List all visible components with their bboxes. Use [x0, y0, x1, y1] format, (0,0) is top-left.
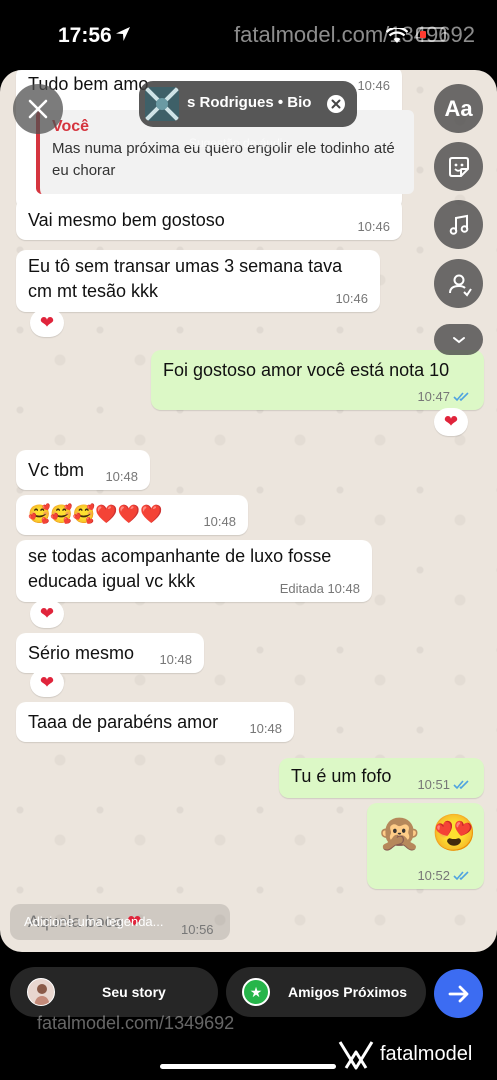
- message-bubble-outgoing: Tu é um fofo 10:51: [279, 758, 484, 798]
- message-text: 🙊 😍: [377, 812, 477, 853]
- send-button[interactable]: [434, 969, 483, 1018]
- message-bubble: Vai mesmo bem gostoso 10:46: [16, 198, 402, 240]
- story-canvas: Tudo bem amo... 10:46 Você Mas numa próx…: [0, 70, 497, 952]
- remove-music-button[interactable]: [327, 95, 345, 113]
- music-note-icon: [449, 214, 468, 235]
- message-bubble-outgoing: Foi gostoso amor você está nota 10 10:47: [151, 350, 484, 410]
- close-friends-label: Amigos Próximos: [288, 984, 408, 1000]
- read-ticks-icon: [453, 392, 469, 402]
- message-time: 10:48: [159, 652, 192, 667]
- message-text: Vai mesmo bem gostoso: [28, 210, 225, 230]
- reaction-heart: ❤: [30, 600, 64, 628]
- message-time: 10:46: [335, 291, 368, 306]
- text-aa-icon: Aa: [444, 95, 473, 121]
- your-story-label: Seu story: [102, 984, 166, 1000]
- music-artist: s Rodrigues • Bio: [187, 94, 312, 111]
- edited-label: Editada: [279, 581, 324, 596]
- home-indicator[interactable]: [160, 1064, 336, 1069]
- music-sticker[interactable]: s Rodrigues • Bio: [139, 81, 357, 127]
- sticker-tool-button[interactable]: [434, 142, 483, 191]
- message-time: 10:52: [417, 868, 450, 883]
- caption-placeholder[interactable]: Adicione uma legenda...: [24, 914, 163, 929]
- close-icon: [331, 99, 341, 109]
- message-text: Sério mesmo: [28, 643, 135, 663]
- close-button[interactable]: [13, 84, 63, 134]
- text-tool-button[interactable]: Aa: [434, 84, 483, 133]
- album-art: [145, 87, 179, 121]
- message-time: 10:48: [249, 721, 282, 736]
- arrow-right-icon: [448, 985, 468, 1002]
- star-icon: ★: [242, 978, 270, 1006]
- clock: 17:56: [58, 24, 112, 47]
- close-icon: [28, 99, 48, 119]
- message-bubble: 🥰🥰🥰❤️❤️❤️ 10:48: [16, 495, 248, 535]
- message-text: Foi gostoso amor você está nota 10: [163, 360, 450, 380]
- message-text: Tu é um fofo: [291, 766, 392, 786]
- music-tool-button[interactable]: [434, 200, 483, 249]
- sticker-icon: [448, 156, 469, 177]
- message-bubble-outgoing: 🙊 😍 10:52: [367, 803, 484, 889]
- more-tools-button[interactable]: [434, 324, 483, 355]
- read-ticks-icon: [453, 780, 469, 790]
- avatar: [27, 978, 55, 1006]
- message-time: 10:51: [417, 777, 450, 792]
- brand-name: fatalmodel: [380, 1043, 473, 1065]
- your-story-button[interactable]: Seu story: [10, 967, 218, 1017]
- message-time: 10:46: [357, 219, 390, 234]
- message-time: 10:47: [417, 389, 450, 404]
- watermark-bottom: fatalmodel.com/1349692: [37, 1013, 235, 1033]
- message-text: Vc tbm: [28, 460, 85, 480]
- message-time: 10:48: [105, 469, 138, 484]
- message-bubble: Eu tô sem transar umas 3 semana tava cm …: [16, 250, 380, 312]
- message-time: 10:48: [203, 514, 236, 529]
- wifi-icon: [386, 28, 408, 43]
- reaction-heart: ❤: [434, 408, 468, 436]
- underlying-time: 10:56: [181, 922, 214, 937]
- message-meta: Editada 10:48: [280, 581, 360, 596]
- message-time: 10:46: [357, 78, 390, 93]
- mention-tool-button[interactable]: [434, 259, 483, 308]
- message-text: 🥰🥰🥰❤️❤️❤️: [28, 504, 163, 524]
- message-time: 10:48: [327, 581, 360, 596]
- message-bubble: se todas acompanhante de luxo fosse educ…: [16, 540, 372, 602]
- battery-icon: [416, 27, 446, 42]
- read-ticks-icon: [453, 871, 469, 881]
- chevron-down-icon: [452, 336, 465, 343]
- message-text: Taaa de parabéns amor: [28, 712, 219, 732]
- music-subtitle: Sugestão de áudio: [189, 136, 290, 150]
- reaction-heart: ❤: [30, 669, 64, 697]
- message-bubble: Taaa de parabéns amor 10:48: [16, 702, 294, 742]
- status-bar: 17:56 fatalmodel.com/1349692: [0, 0, 497, 72]
- message-bubble: Sério mesmo 10:48: [16, 633, 204, 673]
- reaction-heart: ❤: [30, 309, 64, 337]
- message-bubble: Vc tbm 10:48: [16, 450, 150, 490]
- location-arrow-icon: [116, 27, 130, 41]
- message-text: Eu tô sem transar umas 3 semana tava cm …: [28, 256, 343, 301]
- person-add-icon: [448, 274, 472, 297]
- close-friends-button[interactable]: ★ Amigos Próximos: [226, 967, 426, 1017]
